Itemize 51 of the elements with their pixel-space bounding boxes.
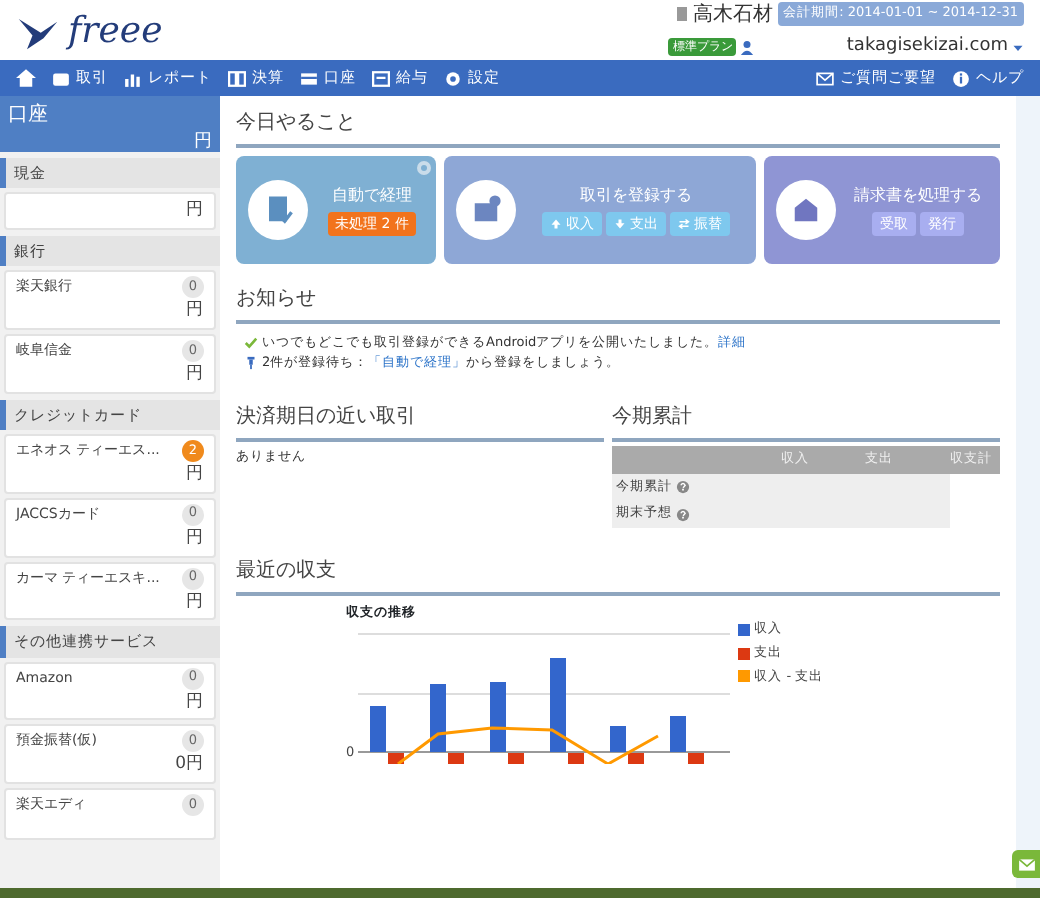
section-title: 今日やること: [236, 96, 1000, 148]
card-title: 自動で経理: [332, 183, 412, 208]
income-bar: [550, 657, 567, 752]
settings-icon: [444, 69, 462, 87]
income-bar: [490, 681, 507, 752]
income-bar: [370, 705, 387, 752]
mail-icon: [816, 69, 834, 87]
section-title: お知らせ: [236, 272, 1000, 324]
income-bar: [670, 715, 687, 752]
bar-chart-icon: [124, 69, 142, 87]
section-title: 最近の収支: [236, 544, 1000, 597]
card-title: 請求書を処理する: [854, 183, 982, 208]
account-amount: 円: [184, 298, 204, 324]
account-amount: 円: [184, 525, 204, 551]
balance-amount: 円: [192, 130, 212, 156]
sidebar-title: 口座: [8, 101, 50, 130]
swap-icon: [678, 217, 690, 230]
company-name: 高木石材: [693, 1, 774, 30]
home-icon[interactable]: [16, 68, 36, 88]
help-icon[interactable]: [676, 479, 690, 494]
help-icon[interactable]: [676, 507, 690, 522]
pin-icon: [244, 356, 258, 371]
account-amount: 0円: [173, 752, 204, 778]
caret-icon[interactable]: [1012, 41, 1024, 53]
section-title: 今期累計: [612, 389, 1000, 442]
down-arrow-icon: [614, 217, 626, 230]
expense-bar: [688, 752, 705, 764]
expense-bar: [628, 752, 645, 764]
email-text[interactable]: takagisekizai.com: [846, 33, 1008, 61]
info-icon: [952, 69, 970, 87]
income-bar: [610, 725, 627, 752]
user-icon: [740, 39, 755, 55]
up-arrow-icon: [550, 217, 562, 230]
expense-bar: [568, 752, 585, 764]
card-title: 取引を登録する: [580, 183, 692, 208]
check-icon: [244, 335, 258, 350]
feedback-tab[interactable]: [1012, 850, 1040, 878]
card-icon: [300, 69, 318, 87]
account-amount: 円: [184, 198, 204, 224]
logo-text: freee: [68, 7, 163, 55]
account-card[interactable]: 円: [4, 192, 216, 230]
account-amount: 円: [184, 362, 204, 388]
income-bar: [430, 683, 447, 752]
account-amount: 円: [184, 462, 204, 488]
section-title: 決済期日の近い取引: [236, 389, 604, 442]
expense-bar: [448, 752, 465, 764]
account-amount: 円: [184, 589, 204, 615]
expense-bar: [388, 752, 405, 764]
mail-icon: [1017, 855, 1035, 873]
expense-bar: [508, 752, 525, 764]
account-amount: 円: [184, 689, 204, 715]
